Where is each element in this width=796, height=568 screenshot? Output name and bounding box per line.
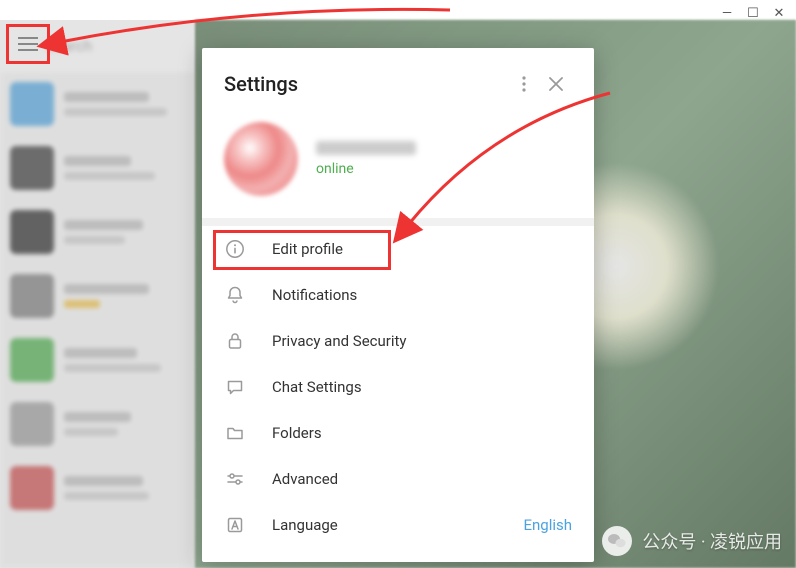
hamburger-menu-button[interactable] bbox=[18, 37, 38, 51]
settings-title: Settings bbox=[224, 72, 508, 96]
settings-row-privacy[interactable]: Privacy and Security bbox=[202, 318, 594, 364]
profile-section[interactable]: online bbox=[202, 116, 594, 218]
settings-row-label: Folders bbox=[272, 424, 322, 442]
more-button[interactable] bbox=[508, 68, 540, 100]
close-icon bbox=[549, 77, 563, 91]
watermark-text: 公众号 · 凌锐应用 bbox=[642, 528, 782, 554]
settings-header: Settings bbox=[202, 48, 594, 116]
kebab-icon bbox=[522, 76, 526, 92]
settings-row-chat[interactable]: Chat Settings bbox=[202, 364, 594, 410]
settings-row-notifications[interactable]: Notifications bbox=[202, 272, 594, 318]
watermark: 公众号 · 凌锐应用 bbox=[602, 526, 782, 556]
settings-row-edit-profile[interactable]: Edit profile bbox=[202, 226, 594, 272]
settings-row-label: Chat Settings bbox=[272, 378, 362, 396]
settings-row-label: Advanced bbox=[272, 470, 338, 488]
settings-row-advanced[interactable]: Advanced bbox=[202, 456, 594, 502]
wechat-icon bbox=[602, 526, 632, 556]
avatar bbox=[224, 122, 298, 196]
bell-icon bbox=[224, 284, 246, 306]
settings-row-folders[interactable]: Folders bbox=[202, 410, 594, 456]
lock-icon bbox=[224, 330, 246, 352]
sliders-icon bbox=[224, 468, 246, 490]
profile-name-redacted bbox=[316, 141, 416, 155]
minimize-button[interactable]: — bbox=[718, 4, 736, 22]
chat-icon bbox=[224, 376, 246, 398]
close-button[interactable]: ✕ bbox=[770, 4, 788, 22]
settings-row-label: Language bbox=[272, 516, 338, 534]
settings-row-value: English bbox=[523, 516, 572, 534]
close-settings-button[interactable] bbox=[540, 68, 572, 100]
settings-row-label: Notifications bbox=[272, 286, 357, 304]
settings-list: Edit profile Notifications Privacy and S… bbox=[202, 226, 594, 562]
hamburger-highlight bbox=[6, 24, 50, 64]
settings-row-label: Privacy and Security bbox=[272, 332, 407, 350]
settings-panel: Settings online Edit profile bbox=[202, 48, 594, 562]
divider bbox=[202, 218, 594, 226]
window-controls: — ☐ ✕ bbox=[710, 0, 796, 26]
maximize-button[interactable]: ☐ bbox=[744, 4, 762, 22]
language-icon bbox=[224, 514, 246, 536]
settings-row-label: Edit profile bbox=[272, 240, 343, 258]
info-icon bbox=[224, 238, 246, 260]
profile-status: online bbox=[316, 161, 416, 177]
folder-icon bbox=[224, 422, 246, 444]
settings-row-language[interactable]: Language English bbox=[202, 502, 594, 548]
